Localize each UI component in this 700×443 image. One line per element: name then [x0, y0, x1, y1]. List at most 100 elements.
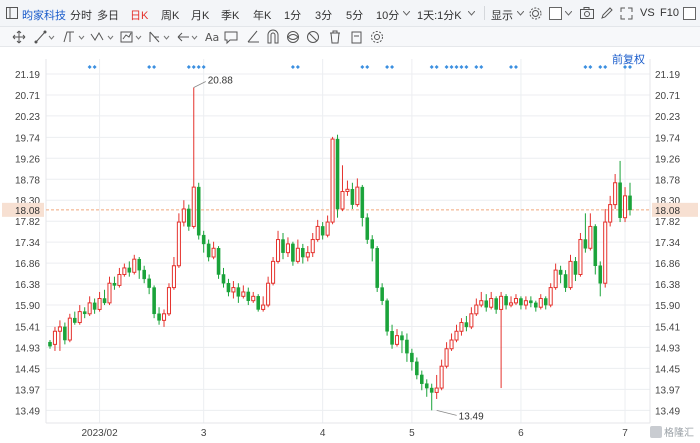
- line-tool-icon[interactable]: [34, 28, 56, 46]
- chevron-down-icon[interactable]: [517, 11, 524, 16]
- copy-icon[interactable]: [350, 28, 364, 46]
- chevron-down-icon[interactable]: [403, 11, 410, 16]
- y-tick-label-right: 20.23: [655, 112, 680, 123]
- price-restore-toggle[interactable]: 前复权: [612, 51, 645, 67]
- event-marker-icon: [474, 65, 479, 69]
- event-marker-icon: [92, 65, 97, 69]
- main-toolbar: 昀家科技 分时 多日 日K 周K 月K 季K 年K 1分 3分 5分 10分 1…: [0, 0, 700, 27]
- y-tick-label-right: 20.71: [655, 91, 680, 102]
- angle-tool-icon[interactable]: [246, 28, 260, 46]
- magnet-icon[interactable]: [266, 28, 280, 46]
- candle-body-down: [137, 258, 142, 271]
- candle-body-up: [77, 311, 82, 324]
- period-monthly-k[interactable]: 月K: [191, 7, 209, 23]
- delete-icon[interactable]: [328, 28, 342, 46]
- candle-body-down: [618, 182, 622, 218]
- measure-tool-icon[interactable]: [120, 28, 144, 46]
- event-marker-icon: [87, 65, 92, 69]
- candle-body-up: [469, 313, 474, 328]
- event-marker-icon: [509, 65, 514, 69]
- camera-icon[interactable]: [580, 7, 594, 19]
- hide-drawings-icon[interactable]: [306, 28, 320, 46]
- period-10min[interactable]: 10分: [376, 7, 399, 23]
- stock-name[interactable]: 昀家科技: [22, 7, 66, 23]
- candle-body-down: [529, 300, 533, 304]
- candle-body-down: [157, 313, 161, 321]
- f10-button[interactable]: F10: [660, 7, 679, 19]
- candle-body-down: [152, 287, 156, 315]
- watermark-logo-icon: [650, 426, 662, 438]
- candle-body-up: [513, 298, 519, 304]
- candle-body-up: [444, 348, 449, 367]
- candle-body-down: [504, 296, 508, 306]
- settings-gear-icon[interactable]: [370, 28, 384, 46]
- candle-body-down: [92, 302, 97, 310]
- candle-body-down: [221, 274, 226, 284]
- candle-body-up: [603, 221, 608, 284]
- candle-body-up: [548, 287, 553, 306]
- chevron-down-icon[interactable]: [565, 11, 572, 16]
- channel-tool-icon[interactable]: [62, 28, 86, 46]
- candle-body-up: [266, 282, 271, 306]
- kline-chart-svg[interactable]: 21.19 21.19 20.71 20.71 20.23 20.23 19.74 19.74…: [0, 47, 700, 443]
- y-tick-label-right: 17.34: [655, 238, 680, 249]
- event-marker-icon: [295, 65, 300, 69]
- event-marker-icon: [454, 65, 459, 69]
- sidebar-toggle-icon[interactable]: [6, 7, 18, 19]
- candle-body-up: [479, 300, 484, 306]
- candle-body-up: [499, 295, 504, 310]
- kline-chart[interactable]: 21.19 21.19 20.71 20.71 20.23 20.23 19.74 19.74…: [0, 47, 700, 443]
- display-menu[interactable]: 显示: [491, 7, 513, 23]
- text-tool-icon[interactable]: Aa: [204, 28, 220, 46]
- candle-body-down: [147, 278, 151, 288]
- settings-gear-icon[interactable]: [529, 7, 542, 20]
- period-yearly-k[interactable]: 年K: [253, 7, 271, 23]
- candle-body-down: [593, 226, 598, 266]
- candle-body-down: [236, 287, 241, 297]
- period-intraday[interactable]: 分时: [70, 7, 92, 23]
- period-1min[interactable]: 1分: [284, 7, 301, 23]
- period-3min[interactable]: 3分: [315, 7, 332, 23]
- x-tick-label: 3: [201, 428, 207, 439]
- checkbox-icon[interactable]: [549, 7, 562, 20]
- eye-toggle-icon[interactable]: [286, 28, 300, 46]
- candle-body-up: [261, 304, 266, 310]
- period-quarterly-k[interactable]: 季K: [221, 7, 239, 23]
- event-marker-icon: [385, 65, 390, 69]
- candle-body-up: [608, 204, 613, 223]
- last-price-label-right: 18.08: [655, 206, 680, 217]
- candle-body-up: [315, 225, 320, 241]
- comment-tool-icon[interactable]: [224, 28, 238, 46]
- period-daily-k[interactable]: 日K: [130, 7, 148, 23]
- vs-label[interactable]: VS: [640, 7, 655, 19]
- period-1day-1min-k[interactable]: 1天:1分K: [417, 7, 462, 23]
- drawing-toolbar: Aa: [0, 27, 700, 47]
- candle-body-down: [320, 226, 325, 236]
- pencil-icon[interactable]: [600, 7, 613, 20]
- fullscreen-icon[interactable]: [620, 7, 633, 20]
- arrow-tool-icon[interactable]: [176, 28, 200, 46]
- period-5min[interactable]: 5分: [346, 7, 363, 23]
- y-tick-label-left: 17.34: [15, 238, 40, 249]
- candle-body-down: [335, 138, 340, 210]
- candle-body-up: [439, 365, 444, 389]
- checkbox-icon[interactable]: [683, 7, 696, 20]
- candle-body-down: [558, 269, 563, 275]
- candle-body-up: [166, 287, 172, 315]
- candle-body-down: [102, 298, 107, 304]
- wave-tool-icon[interactable]: [90, 28, 116, 46]
- candle-body-down: [127, 267, 132, 273]
- event-marker-icon: [434, 65, 439, 69]
- event-marker-icon: [598, 65, 603, 69]
- event-marker-icon: [290, 65, 295, 69]
- candle-body-up: [345, 188, 350, 192]
- chevron-down-icon[interactable]: [468, 11, 475, 16]
- period-multiday[interactable]: 多日: [97, 7, 119, 23]
- candle-body-up: [474, 304, 479, 315]
- crosshair-move-icon[interactable]: [12, 28, 26, 46]
- period-weekly-k[interactable]: 周K: [161, 7, 179, 23]
- event-marker-icon: [464, 65, 469, 69]
- pattern-tool-icon[interactable]: [148, 28, 172, 46]
- candle-body-up: [305, 252, 310, 258]
- candle-body-up: [87, 302, 92, 315]
